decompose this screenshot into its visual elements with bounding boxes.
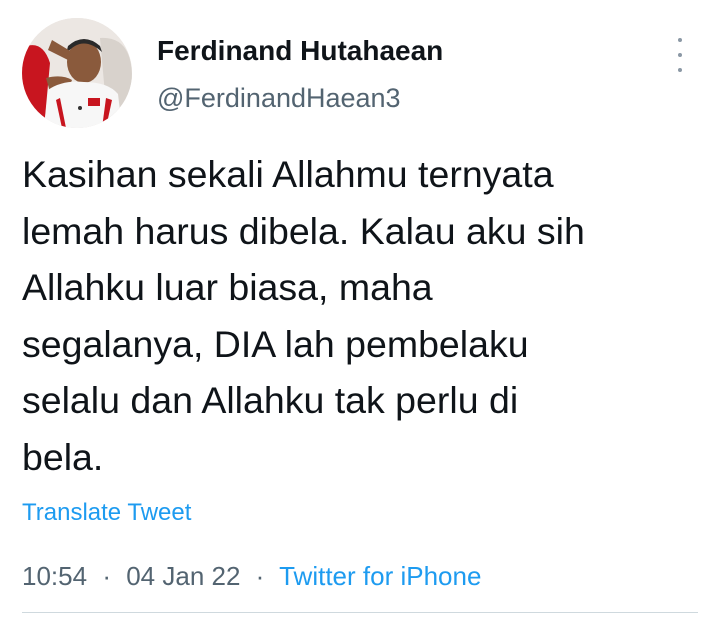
tweet-text-line: Kasihan sekali Allahmu ternyata <box>22 153 554 195</box>
author-info: Ferdinand Hutahaean @FerdinandHaean3 <box>157 33 443 115</box>
tweet-metadata: 10:54 · 04 Jan 22 · Twitter for iPhone <box>22 560 481 592</box>
menu-dot <box>678 68 682 72</box>
tweet-text: Kasihan sekali Allahmu ternyata lemah ha… <box>22 146 702 485</box>
separator-dot: · <box>255 561 265 591</box>
user-handle[interactable]: @FerdinandHaean3 <box>157 81 443 115</box>
tweet-text-line: bela. <box>22 435 104 478</box>
display-name[interactable]: Ferdinand Hutahaean <box>157 33 443 69</box>
tweet-text-line: segalanya, DIA lah pembelaku <box>22 322 529 365</box>
tweet-time[interactable]: 10:54 <box>22 561 87 591</box>
more-vertical-icon[interactable] <box>668 38 692 72</box>
separator-dot: · <box>102 561 111 591</box>
tweet-date[interactable]: 04 Jan 22 <box>126 561 240 591</box>
tweet-source-link[interactable]: Twitter for iPhone <box>279 561 481 591</box>
menu-dot <box>678 38 682 42</box>
tweet-text-line: lemah harus dibela. Kalau aku sih <box>22 209 585 252</box>
divider <box>22 612 698 613</box>
tweet-text-line: selalu dan Allahku tak perlu di <box>22 379 519 421</box>
profile-photo-icon <box>22 18 132 128</box>
tweet-text-line: Allahku luar biasa, maha <box>22 266 433 308</box>
tweet-card: Ferdinand Hutahaean @FerdinandHaean3 Kas… <box>0 0 720 619</box>
avatar[interactable] <box>22 18 132 128</box>
menu-dot <box>678 53 682 57</box>
translate-tweet-link[interactable]: Translate Tweet <box>22 498 191 528</box>
